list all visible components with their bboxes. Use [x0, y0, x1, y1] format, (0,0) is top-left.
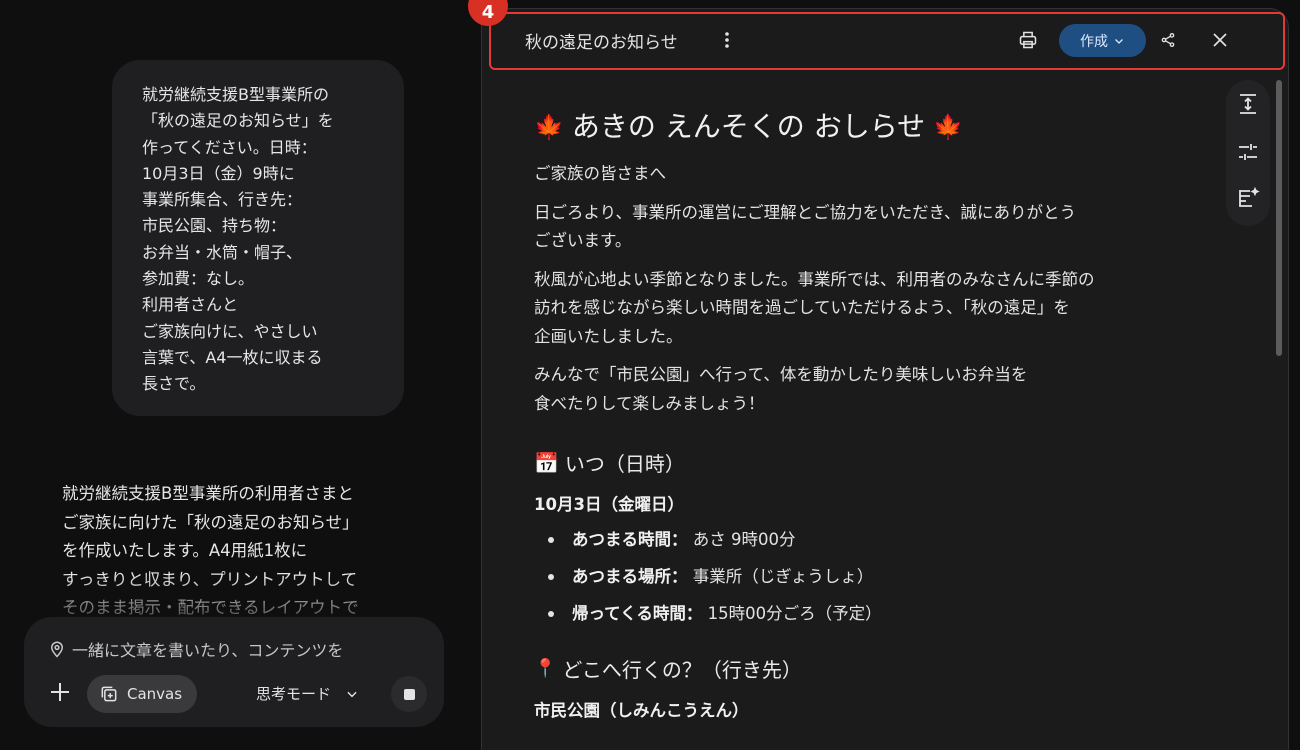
document-title: 秋の遠足のお知らせ — [525, 33, 678, 53]
paragraph-3: みんなで「市民公園」へ行って、体を動かしたり美味しいお弁当を 食べたりして楽しみ… — [534, 365, 1028, 413]
list-item: あつまる時間： あさ 9時00分 — [534, 521, 1194, 558]
section-where-text: どこへ行くの？（行き先） — [562, 658, 802, 682]
section-when-heading: 📅 いつ（日時） — [534, 448, 1194, 477]
user-message-bubble: 就労継続支援B型事業所の 「秋の遠足のお知らせ」を 作ってください。日時： 10… — [112, 60, 404, 416]
canvas-tool-chip[interactable]: Canvas — [87, 675, 197, 713]
add-icon[interactable] — [48, 680, 72, 704]
prompt-placeholder: 一緒に文章を書いたり、コンテンツを — [72, 641, 344, 660]
close-icon — [1213, 33, 1227, 47]
chevron-down-icon — [1115, 38, 1123, 44]
close-button[interactable] — [1208, 28, 1232, 52]
print-icon — [1019, 31, 1037, 49]
print-button[interactable] — [1016, 28, 1040, 52]
paragraph-1: 日ごろより、事業所の運営にご理解とご協力をいただき、誠にありがとう ございます。 — [534, 202, 1077, 251]
canvas-icon — [101, 686, 117, 702]
heading-text: あきの えんそくの おしらせ — [571, 110, 926, 143]
document-heading: 🍁 あきの えんそくの おしらせ 🍁 — [534, 108, 1194, 146]
user-message-text: 就労継続支援B型事業所の 「秋の遠足のお知らせ」を 作ってください。日時： 10… — [142, 85, 334, 394]
chevron-down-icon — [347, 691, 357, 697]
tune-icon[interactable] — [1236, 140, 1260, 164]
item-value: 事業所（じぎょうしょ） — [692, 567, 874, 586]
section-when-text: いつ（日時） — [564, 452, 685, 476]
suggest-edits-icon[interactable] — [1236, 186, 1260, 210]
mode-selector[interactable]: 思考モード — [256, 683, 359, 704]
prompt-input[interactable]: 一緒に文章を書いたり、コンテンツを — [48, 637, 343, 661]
location-pin-icon — [50, 641, 64, 658]
item-value: 15時00分ごろ（予定） — [707, 604, 882, 623]
stop-button[interactable] — [391, 676, 427, 712]
greeting-text: ご家族の皆さまへ — [534, 164, 666, 183]
list-item: あつまる場所： 事業所（じぎょうしょ） — [534, 558, 1194, 595]
stop-icon — [403, 688, 415, 700]
expand-length-icon[interactable] — [1236, 92, 1260, 116]
create-button[interactable]: 作成 — [1059, 24, 1146, 57]
event-place: 市民公園（しみんこうえん） — [534, 701, 749, 720]
item-label: 帰ってくる時間： — [572, 604, 703, 623]
section-where-heading: 📍 どこへ行くの？（行き先） — [534, 654, 1194, 683]
canvas-label: Canvas — [127, 685, 183, 703]
more-options-icon[interactable] — [718, 30, 736, 50]
side-toolbar — [1226, 80, 1270, 226]
scrollbar[interactable] — [1276, 80, 1282, 356]
maple-leaf-icon: 🍁 — [933, 113, 964, 141]
prompt-composer: 一緒に文章を書いたり、コンテンツを — [24, 617, 444, 727]
item-value: あさ 9時00分 — [692, 530, 796, 549]
paragraph-2: 秋風が心地よい季節となりました。事業所では、利用者のみなさんに季節の 訪れを感じ… — [534, 269, 1095, 346]
chat-pane: 就労継続支援B型事業所の 「秋の遠足のお知らせ」を 作ってください。日時： 10… — [0, 0, 480, 750]
document-body: 🍁 あきの えんそくの おしらせ 🍁 ご家族の皆さまへ 日ごろより、事業所の運営… — [534, 108, 1194, 721]
pin-icon: 📍 — [534, 658, 557, 679]
schedule-list: あつまる時間： あさ 9時00分 あつまる場所： 事業所（じぎょうしょ） 帰って… — [534, 521, 1194, 632]
item-label: あつまる場所： — [572, 567, 688, 586]
mode-label: 思考モード — [256, 685, 332, 703]
maple-leaf-icon: 🍁 — [534, 113, 564, 141]
calendar-icon: 📅 — [534, 450, 559, 475]
list-item: 帰ってくる時間： 15時00分ごろ（予定） — [534, 595, 1194, 632]
share-icon — [1161, 33, 1175, 47]
create-label: 作成 — [1080, 33, 1108, 50]
share-button[interactable] — [1156, 28, 1180, 52]
item-label: あつまる時間： — [572, 530, 688, 549]
event-date: 10月3日（金曜日） — [534, 495, 684, 514]
